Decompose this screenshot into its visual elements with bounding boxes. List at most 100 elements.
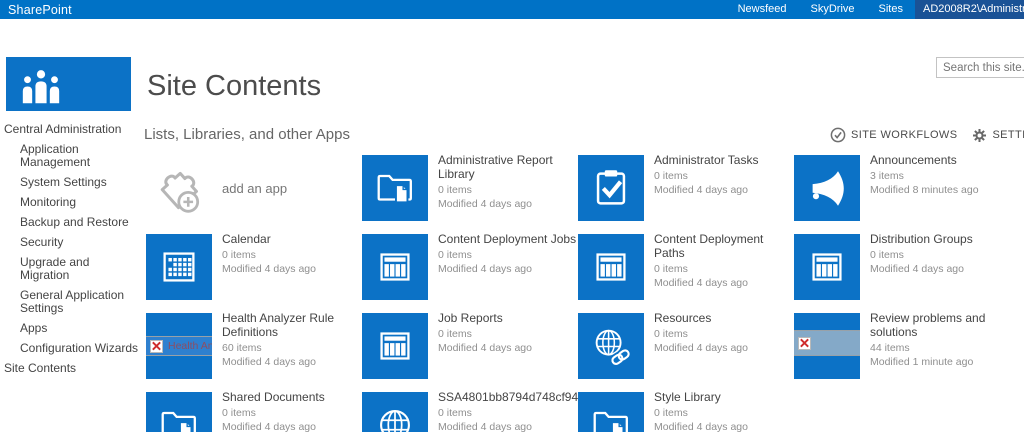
tile-items: 0 items xyxy=(438,183,578,197)
megaphone-icon xyxy=(804,165,850,211)
settings-label: SETTINGS xyxy=(992,129,1024,141)
suite-bar: SharePoint Newsfeed SkyDrive Sites AD200… xyxy=(0,0,1024,19)
sidebar-item-central-administration[interactable]: Central Administration xyxy=(4,123,144,136)
add-an-app-tile[interactable]: add an app xyxy=(146,155,362,221)
tile-items: 0 items xyxy=(438,327,578,341)
tile-items: 0 items xyxy=(870,248,1010,262)
sharepoint-brand[interactable]: SharePoint xyxy=(0,3,72,17)
sidebar-item-site-contents[interactable]: Site Contents xyxy=(4,362,144,375)
suite-links: Newsfeed SkyDrive Sites xyxy=(726,0,915,19)
tile-modified: Modified 4 days ago xyxy=(654,276,794,290)
tile-modified: Modified 4 days ago xyxy=(222,262,362,276)
app-tile-resources[interactable]: Resources 0 items Modified 4 days ago xyxy=(578,313,794,379)
broken-image-alt-text: Health Analyz xyxy=(168,340,212,352)
tile-modified: Modified 4 days ago xyxy=(654,183,794,197)
tile-title: Announcements xyxy=(870,155,1010,167)
broken-image-icon xyxy=(794,330,860,356)
sidebar-item-system-settings[interactable]: System Settings xyxy=(20,176,142,189)
app-tile-calendar[interactable]: Calendar 0 items Modified 4 days ago xyxy=(146,234,362,300)
tile-items: 0 items xyxy=(438,248,578,262)
sidebar-item-general-application-settings[interactable]: General Application Settings xyxy=(20,289,142,315)
clipboard-check-icon xyxy=(588,165,634,211)
tile-items: 0 items xyxy=(654,327,794,341)
tile-items: 3 items xyxy=(870,169,1010,183)
tile-title: Calendar xyxy=(222,234,362,246)
user-account-menu[interactable]: AD2008R2\Administrato xyxy=(915,0,1024,19)
table-icon xyxy=(372,323,418,369)
site-workflows-label: SITE WORKFLOWS xyxy=(851,129,957,141)
tile-modified: Modified 4 days ago xyxy=(438,341,578,355)
sidebar-item-apps[interactable]: Apps xyxy=(20,322,142,335)
app-tile-content-deployment-jobs[interactable]: Content Deployment Jobs 0 items Modified… xyxy=(362,234,578,300)
suite-link-sites[interactable]: Sites xyxy=(867,0,915,19)
suite-link-skydrive[interactable]: SkyDrive xyxy=(799,0,867,19)
tile-title: Shared Documents xyxy=(222,392,362,404)
search-input[interactable] xyxy=(936,57,1024,78)
site-workflows-button[interactable]: SITE WORKFLOWS xyxy=(830,127,957,143)
folder-document-icon xyxy=(588,402,634,432)
puzzle-add-icon xyxy=(149,158,209,218)
app-tile-health-analyzer-rule-definitions[interactable]: Health Analyz Health Analyzer Rule Defin… xyxy=(146,313,362,379)
contents-toolbar: SITE WORKFLOWS SETTINGS xyxy=(830,127,1024,143)
site-logo[interactable] xyxy=(6,57,131,111)
app-tile-distribution-groups[interactable]: Distribution Groups 0 items Modified 4 d… xyxy=(794,234,1010,300)
sidebar-item-security[interactable]: Security xyxy=(20,236,142,249)
tile-title: SSA4801bb8794d748cf9484 xyxy=(438,392,578,404)
globe-icon xyxy=(372,402,418,432)
settings-button[interactable]: SETTINGS xyxy=(972,128,1024,143)
app-tile-review-problems-and-solutions[interactable]: Review problems and solutions 44 items M… xyxy=(794,313,1010,379)
tile-title: Content Deployment Paths xyxy=(654,234,794,260)
tile-modified: Modified 4 days ago xyxy=(870,262,1010,276)
app-tile-administrative-report-library[interactable]: Administrative Report Library 0 items Mo… xyxy=(362,155,578,221)
sharepoint-site-contents-page: SharePoint Newsfeed SkyDrive Sites AD200… xyxy=(0,0,1024,432)
tile-title: Distribution Groups xyxy=(870,234,1010,246)
tile-items: 0 items xyxy=(222,406,362,420)
tile-modified: Modified 4 days ago xyxy=(438,197,578,211)
tile-modified: Modified 4 days ago xyxy=(438,262,578,276)
broken-image-x-icon xyxy=(150,340,163,353)
app-tile-style-library[interactable]: Style Library 0 items Modified 4 days ag… xyxy=(578,392,794,432)
page-title: Site Contents xyxy=(147,70,321,103)
tile-title: Administrative Report Library xyxy=(438,155,578,181)
folder-document-icon xyxy=(156,402,202,432)
sidebar-item-monitoring[interactable]: Monitoring xyxy=(20,196,142,209)
sidebar-item-upgrade-and-migration[interactable]: Upgrade and Migration xyxy=(20,256,142,282)
tile-title: Job Reports xyxy=(438,313,578,325)
lists-libraries-heading: Lists, Libraries, and other Apps xyxy=(144,126,350,143)
app-tile-announcements[interactable]: Announcements 3 items Modified 8 minutes… xyxy=(794,155,1010,221)
folder-document-icon xyxy=(372,165,418,211)
tile-title: Content Deployment Jobs xyxy=(438,234,578,246)
sidebar-item-application-management[interactable]: Application Management xyxy=(20,143,142,169)
add-an-app-label: add an app xyxy=(222,181,287,196)
tile-items: 0 items xyxy=(222,248,362,262)
app-tile-shared-documents[interactable]: Shared Documents 0 items Modified 4 days… xyxy=(146,392,362,432)
tile-modified: Modified 8 minutes ago xyxy=(870,183,1010,197)
sidebar-nav: Central Administration Application Manag… xyxy=(4,123,144,382)
app-tile-job-reports[interactable]: Job Reports 0 items Modified 4 days ago xyxy=(362,313,578,379)
people-icon xyxy=(18,68,64,104)
app-tile-content-deployment-paths[interactable]: Content Deployment Paths 0 items Modifie… xyxy=(578,234,794,300)
tile-title: Style Library xyxy=(654,392,794,404)
tile-items: 60 items xyxy=(222,341,362,355)
tile-modified: Modified 4 days ago xyxy=(222,420,362,432)
broken-image-icon: Health Analyz xyxy=(146,336,212,356)
tile-items: 0 items xyxy=(654,262,794,276)
table-icon xyxy=(372,244,418,290)
suite-link-newsfeed[interactable]: Newsfeed xyxy=(726,0,799,19)
sidebar-item-backup-and-restore[interactable]: Backup and Restore xyxy=(20,216,142,229)
app-tile-administrator-tasks[interactable]: Administrator Tasks 0 items Modified 4 d… xyxy=(578,155,794,221)
apps-grid: add an app Administrative Report Library… xyxy=(146,155,1024,432)
tile-modified: Modified 1 minute ago xyxy=(870,355,1010,369)
app-tile-ssa-service-application[interactable]: SSA4801bb8794d748cf9484 0 items Modified… xyxy=(362,392,578,432)
broken-image-x-icon xyxy=(798,337,811,350)
tile-modified: Modified 4 days ago xyxy=(438,420,578,432)
tile-modified: Modified 4 days ago xyxy=(654,341,794,355)
tile-items: 44 items xyxy=(870,341,1010,355)
tile-modified: Modified 4 days ago xyxy=(222,355,362,369)
tile-title: Resources xyxy=(654,313,794,325)
tile-title: Review problems and solutions xyxy=(870,313,1010,339)
tile-title: Health Analyzer Rule Definitions xyxy=(222,313,362,339)
globe-link-icon xyxy=(588,323,634,369)
sidebar-item-configuration-wizards[interactable]: Configuration Wizards xyxy=(20,342,142,355)
calendar-icon xyxy=(156,244,202,290)
